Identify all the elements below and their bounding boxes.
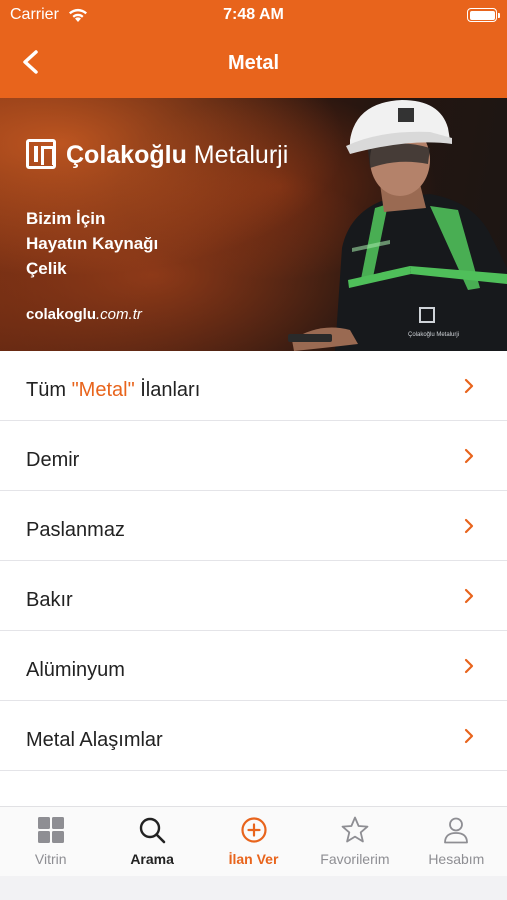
banner-website: colakoglu.com.tr xyxy=(26,306,142,323)
category-row-demir[interactable]: Demir xyxy=(0,421,507,491)
label-prefix: Tüm xyxy=(26,379,72,401)
home-indicator-area xyxy=(0,876,507,900)
brand-logo-icon xyxy=(26,139,56,169)
header: Carrier 7:48 AM Metal xyxy=(0,0,507,98)
site-light: .com.tr xyxy=(96,306,142,323)
search-icon xyxy=(139,817,166,844)
vest-logo-text: Çolakoğlu Metalurji xyxy=(408,332,459,338)
brand-name-light: Metalurji xyxy=(186,141,289,169)
tab-label: Arama xyxy=(130,851,174,867)
banner-tagline: Bizim İçin Hayatın Kaynağı Çelik xyxy=(26,206,216,281)
tab-hesabim[interactable]: Hesabım xyxy=(406,807,507,876)
category-label: Tüm "Metal" İlanları xyxy=(26,379,200,402)
chevron-right-icon xyxy=(464,658,474,674)
worker-illustration: Çolakoğlu Metalurji xyxy=(288,100,507,351)
star-icon xyxy=(341,816,369,843)
tab-ilan-ver[interactable]: İlan Ver xyxy=(203,807,304,876)
app-root: Carrier 7:48 AM Metal Çolakoğlu Metalurj… xyxy=(0,0,507,900)
label-highlight: "Metal" xyxy=(71,379,135,401)
category-list: Tüm "Metal" İlanları Demir Paslanmaz Bak… xyxy=(0,351,507,806)
category-row-partial[interactable] xyxy=(0,771,507,806)
chevron-right-icon xyxy=(464,728,474,744)
person-icon xyxy=(444,817,469,844)
status-bar: Carrier 7:48 AM xyxy=(0,0,507,30)
chevron-right-icon xyxy=(464,448,474,464)
tagline-line-2: Hayatın Kaynağı xyxy=(26,234,159,253)
site-bold: colakoglu xyxy=(26,306,97,323)
tab-bar: Vitrin Arama İlan Ver Favorilerim Hesabı… xyxy=(0,806,507,876)
category-label: Metal Alaşımlar xyxy=(26,729,163,751)
category-row-bakir[interactable]: Bakır xyxy=(0,561,507,631)
tab-vitrin[interactable]: Vitrin xyxy=(0,807,101,876)
tab-label: Hesabım xyxy=(428,851,485,867)
brand-name: Çolakoğlu Metalurji xyxy=(66,141,288,170)
ad-banner[interactable]: Çolakoğlu Metalurji Bizim İçin Hayatın K… xyxy=(0,98,507,351)
chevron-right-icon xyxy=(464,518,474,534)
page-title: Metal xyxy=(227,52,280,74)
tab-label: İlan Ver xyxy=(228,851,279,867)
tab-label: Vitrin xyxy=(34,851,67,867)
tagline-line-1: Bizim İçin xyxy=(26,209,106,228)
battery-icon xyxy=(467,8,500,22)
tab-label: Favorilerim xyxy=(320,851,390,867)
category-row-metal-alasimlar[interactable]: Metal Alaşımlar xyxy=(0,701,507,771)
category-row-aluminyum[interactable]: Alüminyum xyxy=(0,631,507,701)
category-label: Alüminyum xyxy=(26,659,125,681)
tagline-line-3: Çelik xyxy=(26,259,67,278)
category-label: Bakır xyxy=(26,589,73,611)
brand-name-bold: Çolakoğlu xyxy=(66,141,187,169)
tab-arama[interactable]: Arama xyxy=(101,807,202,876)
category-label: Paslanmaz xyxy=(26,519,125,541)
clock: 7:48 AM xyxy=(223,6,284,23)
tab-favorilerim[interactable]: Favorilerim xyxy=(304,807,405,876)
category-label: Demir xyxy=(26,449,80,471)
label-suffix: İlanları xyxy=(134,379,201,401)
add-circle-icon xyxy=(240,817,267,843)
chevron-right-icon xyxy=(464,378,474,394)
chevron-right-icon xyxy=(464,588,474,604)
category-row-paslanmaz[interactable]: Paslanmaz xyxy=(0,491,507,561)
category-row-all[interactable]: Tüm "Metal" İlanları xyxy=(0,351,507,421)
grid-icon xyxy=(37,817,64,843)
